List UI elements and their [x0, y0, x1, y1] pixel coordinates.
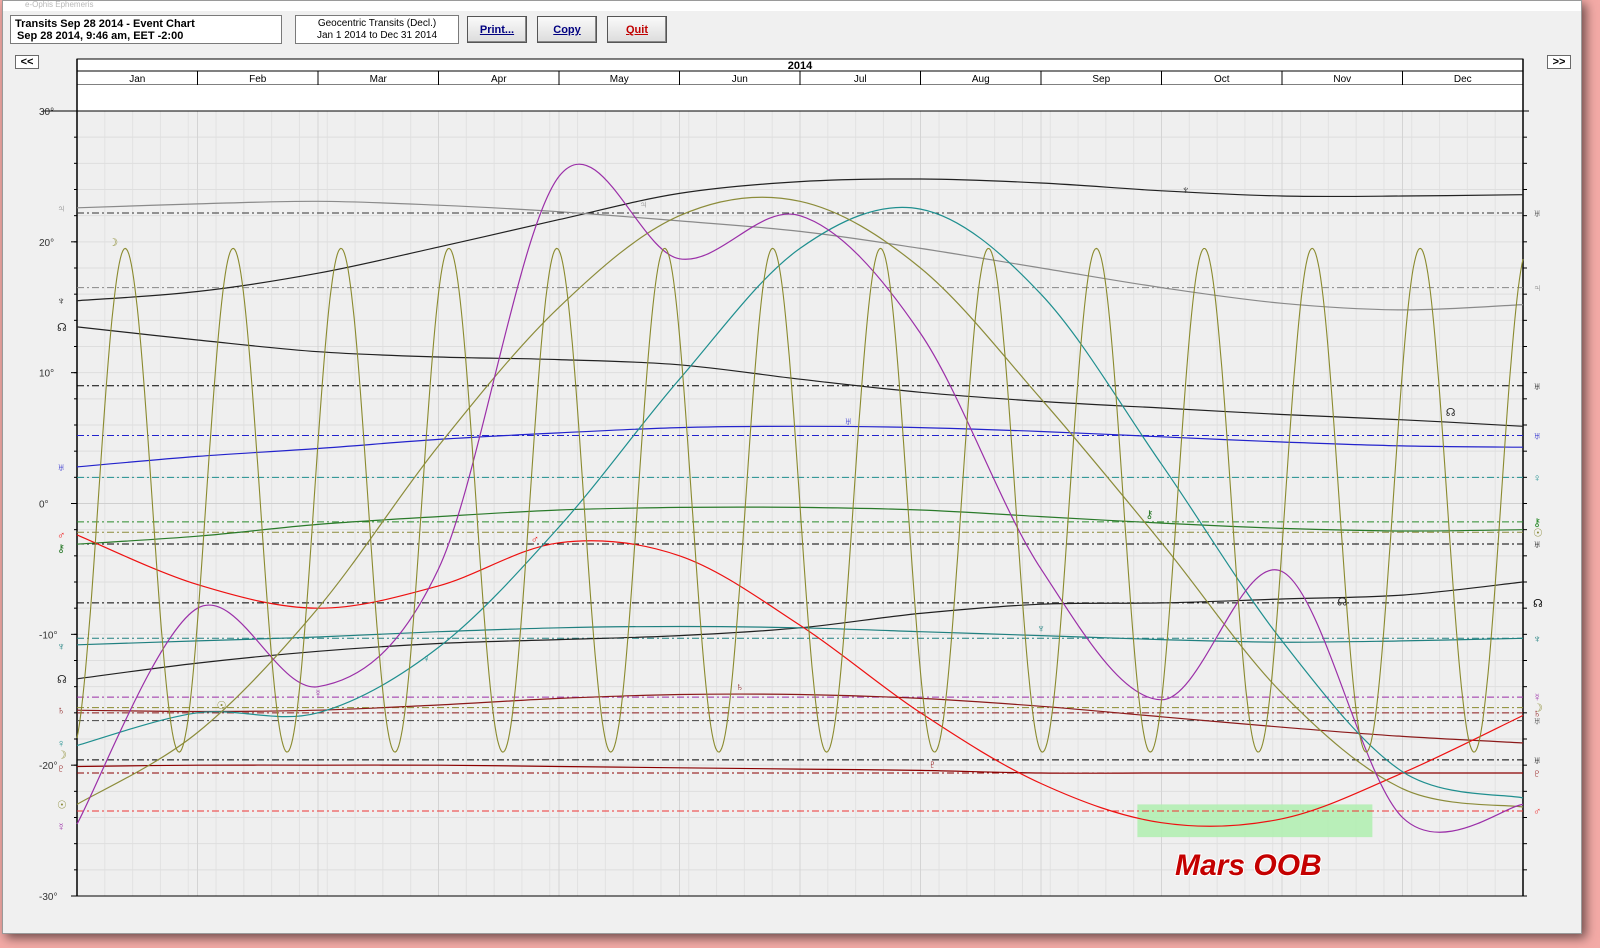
natal-label: ♇: [1533, 768, 1541, 780]
month-label: Jul: [854, 74, 867, 85]
series-start-label: ♄: [57, 705, 65, 717]
natal-label: ♀: [1533, 472, 1541, 484]
natal-label: ♅: [1533, 430, 1541, 442]
series-start-label: ⚷: [57, 543, 65, 555]
natal-label: ♅: [1533, 208, 1541, 220]
series-marker: ♇: [928, 759, 936, 771]
series-start-label: ♂: [57, 530, 65, 542]
y-tick-label: 10°: [39, 369, 54, 380]
declination-chart: 2014 Jan Feb Mar Apr May Jun Jul Aug Sep Oct Nov Dec…: [39, 58, 1543, 903]
month-label: May: [610, 74, 629, 85]
month-label: Jan: [129, 74, 145, 85]
series-marker: ♆: [1037, 623, 1045, 635]
series-marker: ♃: [639, 199, 647, 211]
series-marker: ⚷: [1145, 509, 1153, 521]
natal-label: ☉: [1533, 527, 1543, 539]
month-label: Mar: [370, 74, 388, 85]
series-start-label: ☽: [57, 750, 67, 762]
y-tick-label: 0°: [39, 500, 49, 511]
series-marker: ☉: [217, 700, 227, 712]
series-start-label: ♀: [57, 738, 65, 750]
natal-label: ♅: [1533, 755, 1541, 767]
month-label: Aug: [972, 74, 990, 85]
y-tick-label: -10°: [39, 630, 57, 641]
month-label: Apr: [491, 74, 507, 85]
series-start-label: ♅: [57, 462, 65, 474]
series-marker: ☊: [1337, 597, 1347, 609]
natal-label: ♆: [1533, 633, 1541, 645]
natal-label: ☊: [1533, 598, 1543, 610]
month-label: Dec: [1454, 74, 1472, 85]
year-label: 2014: [788, 60, 813, 72]
series-marker: ♄: [736, 682, 744, 694]
natal-label: ♅: [1533, 716, 1541, 728]
natal-label: ♂: [1533, 806, 1541, 818]
series-start-label: ♇: [57, 763, 65, 775]
series-marker: ☿: [314, 688, 322, 700]
series-start-label: ☉: [57, 799, 67, 811]
y-tick-label: 30°: [39, 107, 54, 118]
series-start-label: ☿: [57, 822, 65, 834]
series-marker: ♆: [1181, 185, 1189, 197]
app-window: e-Ophis Ephemeris Transits Sep 28 2014 -…: [2, 0, 1582, 934]
oob-highlight: [1137, 804, 1373, 838]
header-gap: [77, 85, 1523, 111]
series-marker: ☽: [108, 237, 118, 249]
y-tick-label: -30°: [39, 892, 57, 903]
series-marker: ♂: [531, 534, 539, 546]
month-label: Nov: [1333, 74, 1351, 85]
series-start-label: ♆: [57, 296, 65, 308]
series-marker: ♅: [844, 416, 852, 428]
natal-label: ♅: [1533, 381, 1541, 393]
month-label: Oct: [1214, 74, 1230, 85]
natal-label: ♅: [1533, 539, 1541, 551]
month-label: Sep: [1092, 74, 1110, 85]
y-tick-label: 20°: [39, 238, 54, 249]
natal-label: ♃: [1533, 283, 1541, 295]
series-start-label: ♃: [57, 203, 65, 215]
mars-oob-annotation: Mars OOB: [1175, 849, 1322, 882]
series-marker: ♀: [422, 653, 430, 665]
series-start-label: ♆: [57, 641, 65, 653]
y-tick-label: -20°: [39, 761, 57, 772]
series-start-label: ☊: [57, 674, 67, 686]
month-label: Jun: [732, 74, 748, 85]
month-label: Feb: [249, 74, 267, 85]
series-start-label: ☊: [57, 322, 67, 334]
series-marker: ☊: [1446, 407, 1456, 419]
